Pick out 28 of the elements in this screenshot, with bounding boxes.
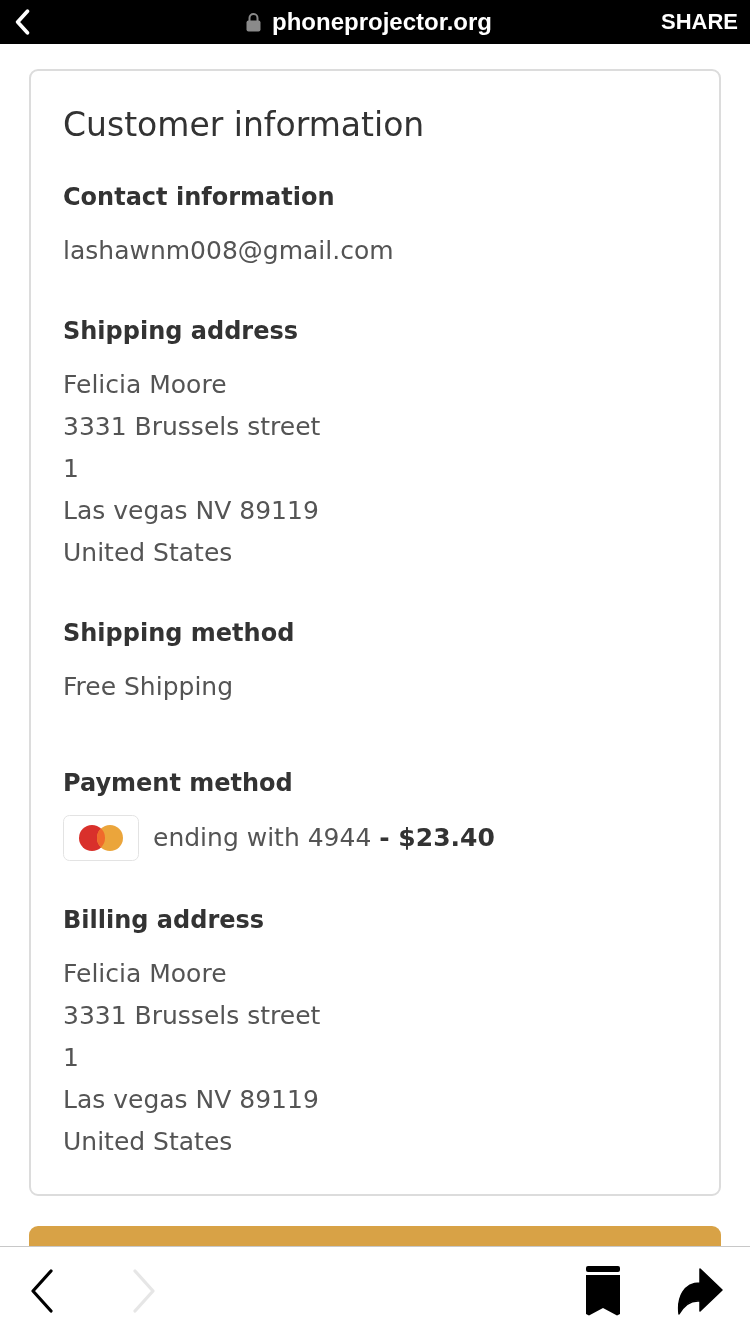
section-heading: Contact information	[63, 182, 336, 213]
section-heading: Shipping method	[63, 618, 296, 649]
forward-chevron-icon	[132, 1268, 156, 1313]
payment-text: ending with 4944 - $23.40	[153, 822, 495, 854]
info-line: 1	[63, 1042, 79, 1074]
bookmark-icon[interactable]	[586, 1265, 620, 1316]
share-button[interactable]: SHARE	[661, 8, 738, 36]
info-line: United States	[63, 1126, 233, 1158]
info-line: lashawnm008@gmail.com	[63, 235, 394, 267]
url-text[interactable]: phoneprojector.org	[272, 7, 492, 37]
info-line: 1	[63, 453, 79, 485]
card-title: Customer information	[63, 105, 426, 145]
info-line: 3331 Brussels street	[63, 411, 321, 443]
info-line: Las vegas NV 89119	[63, 1084, 319, 1116]
back-button[interactable]	[28, 1266, 56, 1315]
share-arrow-icon[interactable]	[676, 1266, 724, 1315]
section-heading: Payment method	[63, 768, 294, 799]
back-chevron-icon[interactable]	[14, 9, 30, 35]
card-logo-icon	[63, 815, 139, 861]
info-line: Felicia Moore	[63, 958, 227, 990]
info-line: Felicia Moore	[63, 369, 227, 401]
info-line: United States	[63, 537, 233, 569]
info-line: Las vegas NV 89119	[63, 495, 319, 527]
section-heading: Billing address	[63, 905, 266, 936]
info-line: Free Shipping	[63, 671, 234, 703]
back-chevron-icon	[30, 1268, 54, 1313]
info-line: 3331 Brussels street	[63, 1000, 321, 1032]
section-heading: Shipping address	[63, 316, 300, 347]
